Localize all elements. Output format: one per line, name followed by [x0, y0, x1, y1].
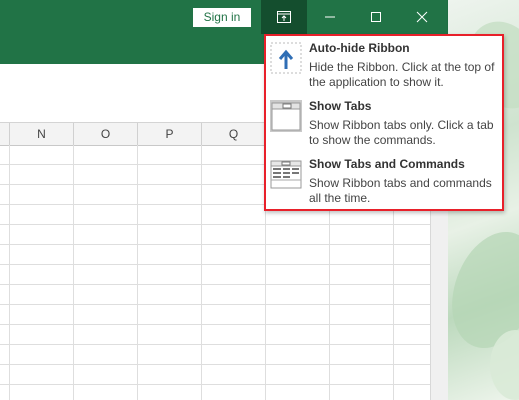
title-bar: Sign in: [0, 0, 447, 34]
auto-hide-ribbon-icon: [270, 42, 302, 74]
maximize-icon: [371, 12, 381, 22]
column-header-n[interactable]: N: [10, 123, 74, 145]
column-header-o[interactable]: O: [74, 123, 138, 145]
show-tabs-icon: [270, 100, 302, 132]
minimize-button[interactable]: [307, 0, 353, 34]
menu-item-auto-hide-ribbon[interactable]: Auto-hide Ribbon Hide the Ribbon. Click …: [266, 36, 502, 93]
menu-item-show-tabs[interactable]: Show Tabs Show Ribbon tabs only. Click a…: [266, 94, 502, 151]
column-header-partial[interactable]: [0, 123, 10, 145]
maximize-button[interactable]: [353, 0, 399, 34]
menu-item-description: Show Ribbon tabs only. Click a tab to sh…: [309, 118, 494, 147]
grid-line: [9, 145, 10, 400]
show-tabs-and-commands-icon: [270, 160, 302, 189]
menu-item-title: Show Tabs and Commands: [309, 157, 465, 171]
grid-line: [73, 145, 74, 400]
menu-item-description: Show Ribbon tabs and commands all the ti…: [309, 176, 492, 205]
menu-item-title: Show Tabs: [309, 99, 372, 113]
ribbon-display-options-button[interactable]: [261, 0, 307, 34]
menu-item-show-tabs-and-commands[interactable]: Show Tabs and Commands Show Ribbon tabs …: [266, 152, 502, 209]
menu-item-title: Auto-hide Ribbon: [309, 41, 410, 55]
minimize-icon: [325, 16, 335, 18]
column-header-p[interactable]: P: [138, 123, 202, 145]
menu-item-description: Hide the Ribbon. Click at the top of the…: [309, 60, 495, 89]
close-icon: [416, 11, 428, 23]
grid-line: [201, 145, 202, 400]
grid-line: [137, 145, 138, 400]
sign-in-button[interactable]: Sign in: [193, 8, 251, 27]
close-button[interactable]: [399, 0, 445, 34]
ribbon-display-options-menu: Auto-hide Ribbon Hide the Ribbon. Click …: [264, 34, 504, 211]
ribbon-display-options-icon: [277, 11, 291, 23]
column-header-q[interactable]: Q: [202, 123, 266, 145]
